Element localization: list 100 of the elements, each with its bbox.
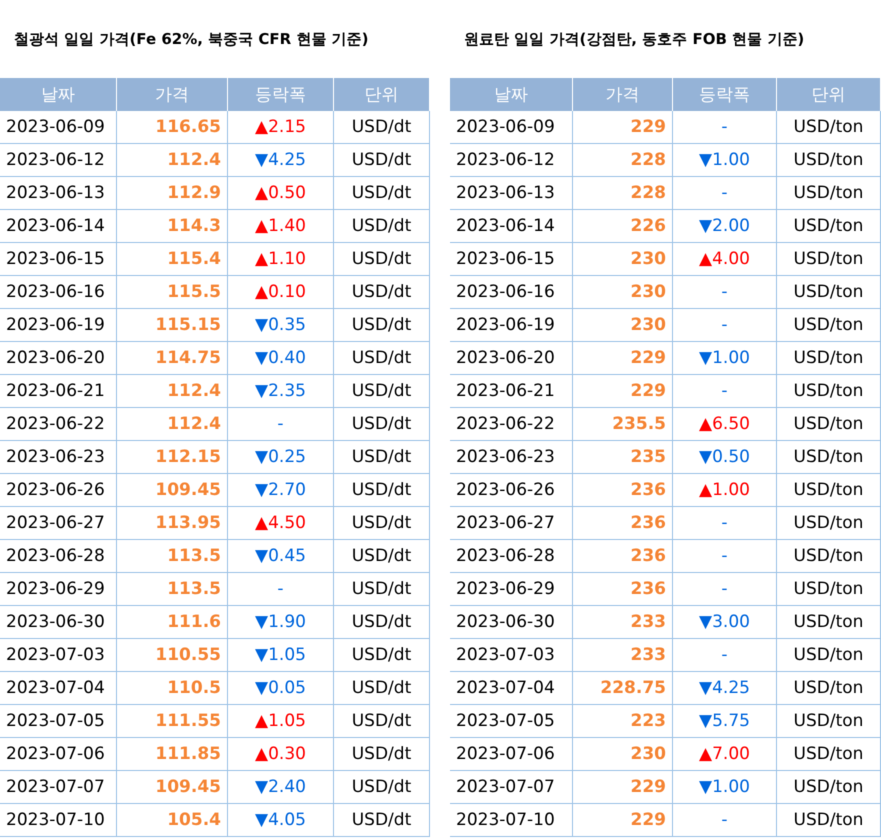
unit-cell: USD/dt (334, 672, 430, 705)
unit-cell: USD/ton (777, 474, 881, 507)
change-cell: ▼0.40 (228, 342, 334, 375)
price-cell: 115.4 (117, 243, 228, 276)
change-cell: ▼2.70 (228, 474, 334, 507)
price-cell: 228.75 (573, 672, 673, 705)
change-cell: ▼4.05 (228, 804, 334, 837)
date-cell: 2023-07-04 (450, 672, 573, 705)
price-cell: 110.5 (117, 672, 228, 705)
change-cell: ▼1.90 (228, 606, 334, 639)
date-cell: 2023-07-04 (0, 672, 117, 705)
price-cell: 229 (573, 804, 673, 837)
change-cell: ▲7.00 (673, 738, 777, 771)
date-cell: 2023-06-15 (0, 243, 117, 276)
price-cell: 229 (573, 771, 673, 804)
column-header: 등락폭 (228, 78, 334, 111)
change-cell: ▼4.25 (228, 144, 334, 177)
date-cell: 2023-06-23 (450, 441, 573, 474)
price-cell: 112.4 (117, 144, 228, 177)
unit-cell: USD/dt (334, 309, 430, 342)
unit-cell: USD/dt (334, 276, 430, 309)
unit-cell: USD/dt (334, 144, 430, 177)
unit-cell: USD/dt (334, 441, 430, 474)
date-cell: 2023-06-19 (450, 309, 573, 342)
date-cell: 2023-07-05 (0, 705, 117, 738)
unit-cell: USD/ton (777, 573, 881, 606)
price-cell: 115.5 (117, 276, 228, 309)
date-cell: 2023-06-14 (450, 210, 573, 243)
price-cell: 112.15 (117, 441, 228, 474)
date-cell: 2023-06-26 (0, 474, 117, 507)
unit-cell: USD/ton (777, 309, 881, 342)
change-cell: - (673, 573, 777, 606)
date-cell: 2023-07-07 (450, 771, 573, 804)
unit-cell: USD/dt (334, 540, 430, 573)
change-cell: ▼0.05 (228, 672, 334, 705)
price-cell: 111.6 (117, 606, 228, 639)
date-cell: 2023-06-14 (0, 210, 117, 243)
price-cell: 230 (573, 276, 673, 309)
date-cell: 2023-06-21 (450, 375, 573, 408)
change-cell: ▼2.35 (228, 375, 334, 408)
unit-cell: USD/ton (777, 705, 881, 738)
date-cell: 2023-06-29 (450, 573, 573, 606)
change-cell: ▼1.00 (673, 342, 777, 375)
table-title: 원료탄 일일 가격(강점탄, 동호주 FOB 현물 기준) (463, 28, 806, 50)
price-cell: 229 (573, 111, 673, 144)
change-cell: - (673, 507, 777, 540)
change-cell: ▼1.00 (673, 144, 777, 177)
price-cell: 112.4 (117, 375, 228, 408)
price-cell: 229 (573, 375, 673, 408)
unit-cell: USD/ton (777, 507, 881, 540)
unit-cell: USD/ton (777, 441, 881, 474)
price-cell: 112.9 (117, 177, 228, 210)
unit-cell: USD/ton (777, 375, 881, 408)
column-header: 날짜 (450, 78, 573, 111)
price-cell: 236 (573, 573, 673, 606)
date-cell: 2023-06-13 (450, 177, 573, 210)
price-cell: 228 (573, 177, 673, 210)
price-cell: 116.65 (117, 111, 228, 144)
change-cell: ▲1.00 (673, 474, 777, 507)
date-cell: 2023-06-15 (450, 243, 573, 276)
price-cell: 229 (573, 342, 673, 375)
date-cell: 2023-06-19 (0, 309, 117, 342)
unit-cell: USD/dt (334, 705, 430, 738)
date-cell: 2023-06-28 (450, 540, 573, 573)
price-cell: 109.45 (117, 474, 228, 507)
change-cell: - (673, 540, 777, 573)
unit-cell: USD/dt (334, 474, 430, 507)
date-cell: 2023-06-13 (0, 177, 117, 210)
price-cell: 230 (573, 243, 673, 276)
change-cell: ▲4.00 (673, 243, 777, 276)
unit-cell: USD/ton (777, 771, 881, 804)
date-cell: 2023-06-30 (0, 606, 117, 639)
date-cell: 2023-06-16 (0, 276, 117, 309)
change-cell: ▼5.75 (673, 705, 777, 738)
change-cell: - (228, 573, 334, 606)
unit-cell: USD/ton (777, 276, 881, 309)
date-cell: 2023-07-06 (0, 738, 117, 771)
change-cell: ▼2.40 (228, 771, 334, 804)
price-cell: 230 (573, 309, 673, 342)
date-cell: 2023-06-27 (450, 507, 573, 540)
price-cell: 109.45 (117, 771, 228, 804)
unit-cell: USD/ton (777, 639, 881, 672)
price-cell: 233 (573, 639, 673, 672)
change-cell: - (673, 111, 777, 144)
unit-cell: USD/dt (334, 408, 430, 441)
price-cell: 236 (573, 474, 673, 507)
price-cell: 236 (573, 507, 673, 540)
price-cell: 110.55 (117, 639, 228, 672)
change-cell: ▲1.05 (228, 705, 334, 738)
change-cell: ▲4.50 (228, 507, 334, 540)
unit-cell: USD/dt (334, 342, 430, 375)
change-cell: ▲2.15 (228, 111, 334, 144)
unit-cell: USD/dt (334, 804, 430, 837)
date-cell: 2023-06-29 (0, 573, 117, 606)
price-cell: 113.95 (117, 507, 228, 540)
price-cell: 112.4 (117, 408, 228, 441)
price-cell: 228 (573, 144, 673, 177)
unit-cell: USD/ton (777, 672, 881, 705)
date-cell: 2023-06-12 (450, 144, 573, 177)
change-cell: - (673, 276, 777, 309)
